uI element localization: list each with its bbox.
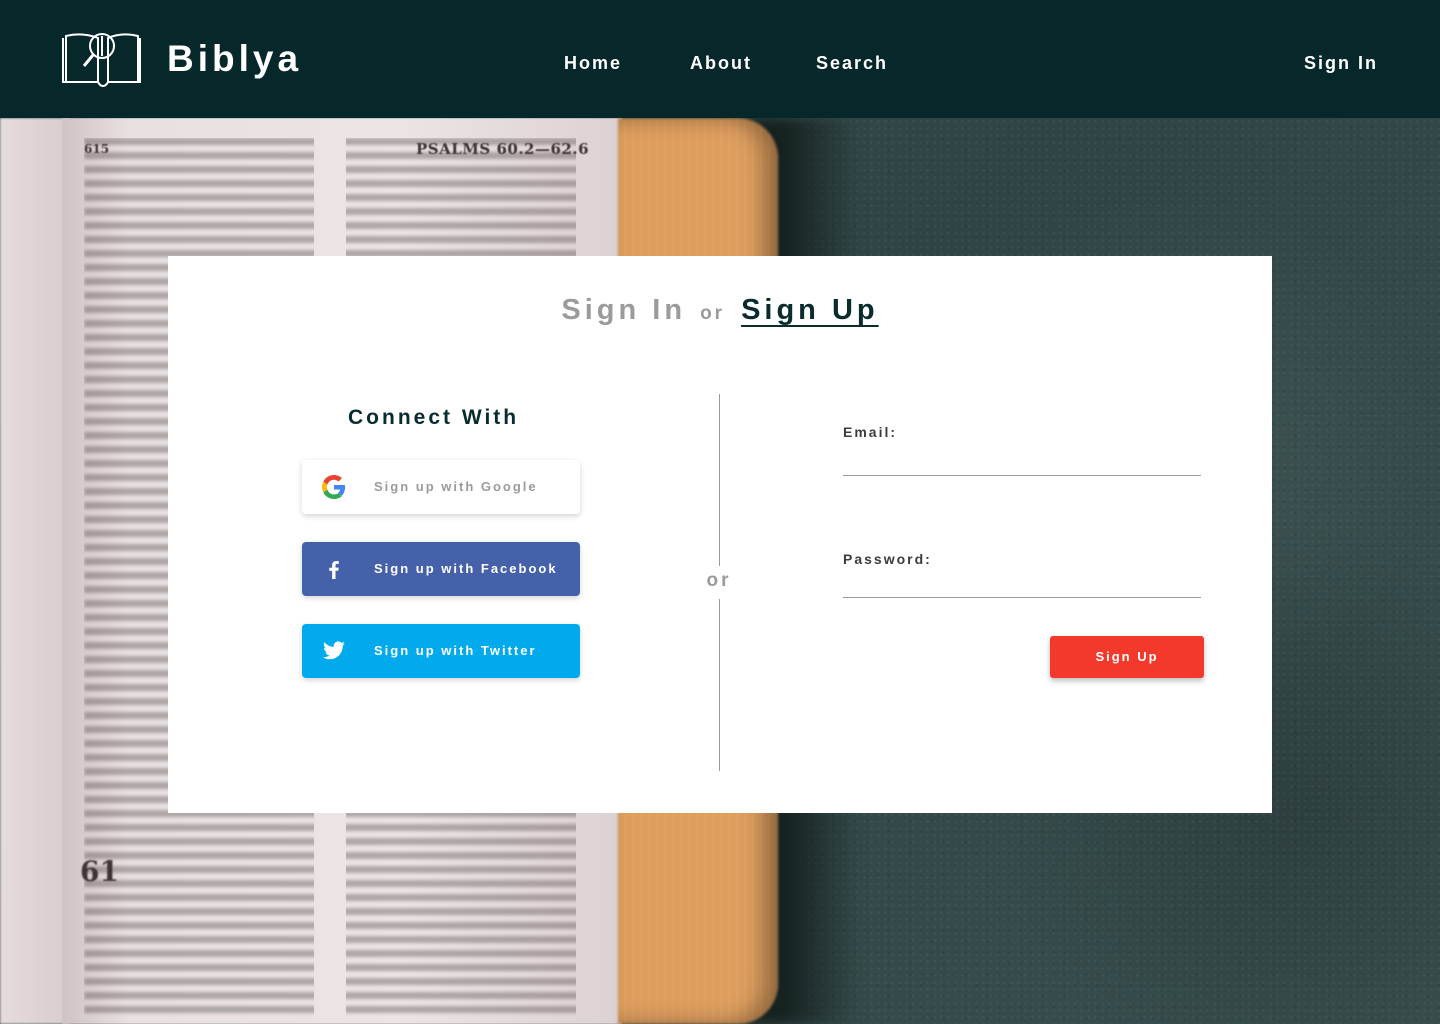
brand-name[interactable]: Biblya (167, 38, 302, 80)
vertical-divider (719, 599, 720, 771)
vertical-divider (719, 394, 720, 566)
google-signup-button[interactable]: Sign up with Google (302, 460, 580, 514)
facebook-signup-button[interactable]: Sign up with Facebook (302, 542, 580, 596)
book-page-number: 615 (84, 142, 110, 156)
tab-sign-in[interactable]: Sign In (561, 294, 686, 327)
divider-or-label: or (706, 570, 732, 591)
password-field[interactable] (843, 568, 1201, 598)
email-label: Email: (843, 424, 898, 440)
facebook-icon (322, 557, 346, 581)
nav-sign-in[interactable]: Sign In (1304, 52, 1378, 74)
twitter-signup-label: Sign up with Twitter (374, 643, 537, 658)
twitter-icon (322, 639, 346, 663)
top-navbar: Biblya Home About Search Sign In (0, 0, 1440, 118)
connect-with-heading: Connect With (348, 406, 520, 429)
facebook-signup-label: Sign up with Facebook (374, 561, 558, 576)
nav-home[interactable]: Home (564, 52, 622, 74)
book-left-page (0, 118, 70, 1024)
google-icon (322, 475, 346, 499)
book-chapter-number: 61 (80, 855, 119, 888)
twitter-signup-button[interactable]: Sign up with Twitter (302, 624, 580, 678)
sign-up-button[interactable]: Sign Up (1050, 636, 1204, 678)
password-label: Password: (843, 551, 932, 567)
tab-separator: or (700, 303, 726, 324)
tab-sign-up[interactable]: Sign Up (741, 294, 879, 327)
auth-tabs: Sign In or Sign Up (168, 294, 1272, 327)
auth-card: Sign In or Sign Up Connect With Sign up wi… (168, 256, 1272, 813)
open-book-magnifier-icon[interactable] (60, 30, 146, 88)
book-running-header: PSALMS 60.2—62.6 (416, 140, 590, 158)
google-signup-label: Sign up with Google (374, 479, 538, 494)
email-field[interactable] (843, 446, 1201, 476)
nav-about[interactable]: About (690, 52, 752, 74)
nav-search[interactable]: Search (816, 52, 888, 74)
